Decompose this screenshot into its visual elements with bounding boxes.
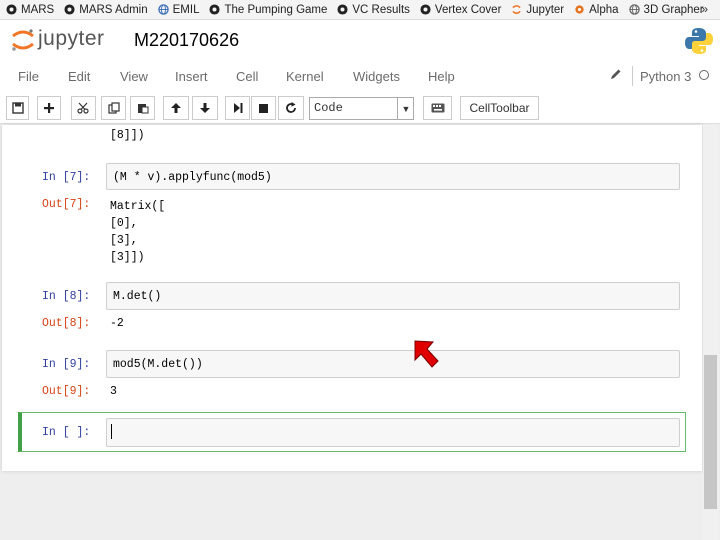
cell-output: 3 xyxy=(110,385,117,398)
github-icon xyxy=(420,4,431,15)
jupyter-logo-icon[interactable] xyxy=(10,27,36,53)
github-icon xyxy=(64,4,75,15)
output-prompt: Out[7]: xyxy=(42,198,91,211)
bookmark-mars-admin[interactable]: MARS Admin xyxy=(64,4,148,16)
paste-button[interactable] xyxy=(130,96,155,120)
restart-kernel-button[interactable] xyxy=(278,96,304,120)
bookmark-emil[interactable]: EMIL xyxy=(157,4,199,16)
celltoolbar-button[interactable]: CellToolbar xyxy=(460,96,539,120)
menu-kernel[interactable]: Kernel xyxy=(286,69,324,84)
menu-insert[interactable]: Insert xyxy=(175,69,208,84)
move-cell-up-button[interactable] xyxy=(163,96,189,120)
scissors-icon xyxy=(77,102,89,114)
paste-icon xyxy=(137,104,148,114)
gear-icon xyxy=(575,5,584,14)
notebook-title[interactable]: M220170626 xyxy=(134,30,239,51)
github-icon xyxy=(209,4,221,15)
stop-icon xyxy=(259,103,268,113)
input-prompt: In [7]: xyxy=(42,171,91,184)
code-cell-input[interactable] xyxy=(106,418,680,447)
globe-icon xyxy=(157,4,169,15)
arrow-up-icon xyxy=(171,103,181,113)
text-cursor xyxy=(111,424,112,439)
github-icon xyxy=(337,4,348,15)
move-cell-down-button[interactable] xyxy=(192,96,218,120)
output-prompt: Out[9]: xyxy=(42,385,91,398)
run-cell-button[interactable] xyxy=(225,96,250,120)
keyboard-icon xyxy=(431,103,444,113)
bookmark-3d-grapher[interactable]: 3D Grapher xyxy=(628,4,704,16)
cut-button[interactable] xyxy=(71,96,96,120)
bookmark-mars[interactable]: MARS xyxy=(6,4,54,16)
copy-button[interactable] xyxy=(101,96,126,120)
copy-icon xyxy=(107,102,120,114)
kernel-idle-indicator-icon xyxy=(699,70,709,80)
pencil-icon[interactable] xyxy=(610,68,622,80)
bookmarks-bar: MARS MARS Admin EMIL The Pumping Game VC… xyxy=(0,0,720,20)
code-text[interactable]: M.det() xyxy=(113,290,161,303)
code-text[interactable]: (M * v).applyfunc(mod5) xyxy=(113,171,272,184)
scrollbar-thumb[interactable] xyxy=(704,355,717,509)
save-icon xyxy=(11,102,24,114)
insert-cell-button[interactable] xyxy=(37,96,61,120)
menu-help[interactable]: Help xyxy=(428,69,455,84)
bookmark-alpha[interactable]: Alpha xyxy=(574,4,619,16)
cell-output: -2 xyxy=(110,317,124,330)
output-prompt: Out[8]: xyxy=(42,317,91,330)
globe-icon xyxy=(628,4,640,15)
bookmark-vc-results[interactable]: VC Results xyxy=(337,4,410,16)
menu-edit[interactable]: Edit xyxy=(68,69,90,84)
notebook-header xyxy=(0,20,720,62)
input-prompt: In [8]: xyxy=(42,290,91,303)
input-prompt: In [ ]: xyxy=(42,426,91,439)
menu-widgets[interactable]: Widgets xyxy=(353,69,400,84)
code-cell-input[interactable] xyxy=(106,282,680,310)
menu-cell[interactable]: Cell xyxy=(236,69,258,84)
jupyter-logo-text[interactable]: jupyter xyxy=(38,27,105,51)
python-logo-icon xyxy=(685,28,713,54)
jupyter-icon xyxy=(512,5,522,14)
refresh-icon xyxy=(286,102,296,113)
menu-file[interactable]: File xyxy=(18,69,39,84)
save-button[interactable] xyxy=(6,96,29,120)
step-forward-icon xyxy=(233,103,242,113)
github-icon xyxy=(6,4,17,15)
bookmark-vertex-cover[interactable]: Vertex Cover xyxy=(420,4,501,16)
mouse-pointer-icon xyxy=(414,340,439,368)
command-palette-button[interactable] xyxy=(423,96,452,120)
bookmark-pumping-game[interactable]: The Pumping Game xyxy=(209,4,327,16)
menu-view[interactable]: View xyxy=(120,69,148,84)
arrow-down-icon xyxy=(200,103,210,113)
plus-icon xyxy=(44,103,54,113)
partial-output: [8]]) xyxy=(110,129,145,142)
chevron-down-icon[interactable]: ▼ xyxy=(397,97,414,120)
cell-output: Matrix([ [0], [3], [3]]) xyxy=(110,200,166,264)
bookmark-jupyter[interactable]: Jupyter xyxy=(511,4,564,16)
kernel-separator xyxy=(632,66,633,86)
kernel-name[interactable]: Python 3 xyxy=(640,69,691,84)
interrupt-kernel-button[interactable] xyxy=(251,96,276,120)
code-text[interactable]: mod5(M.det()) xyxy=(113,358,203,371)
input-prompt: In [9]: xyxy=(42,358,91,371)
bookmarks-overflow-button[interactable]: » xyxy=(701,2,708,16)
